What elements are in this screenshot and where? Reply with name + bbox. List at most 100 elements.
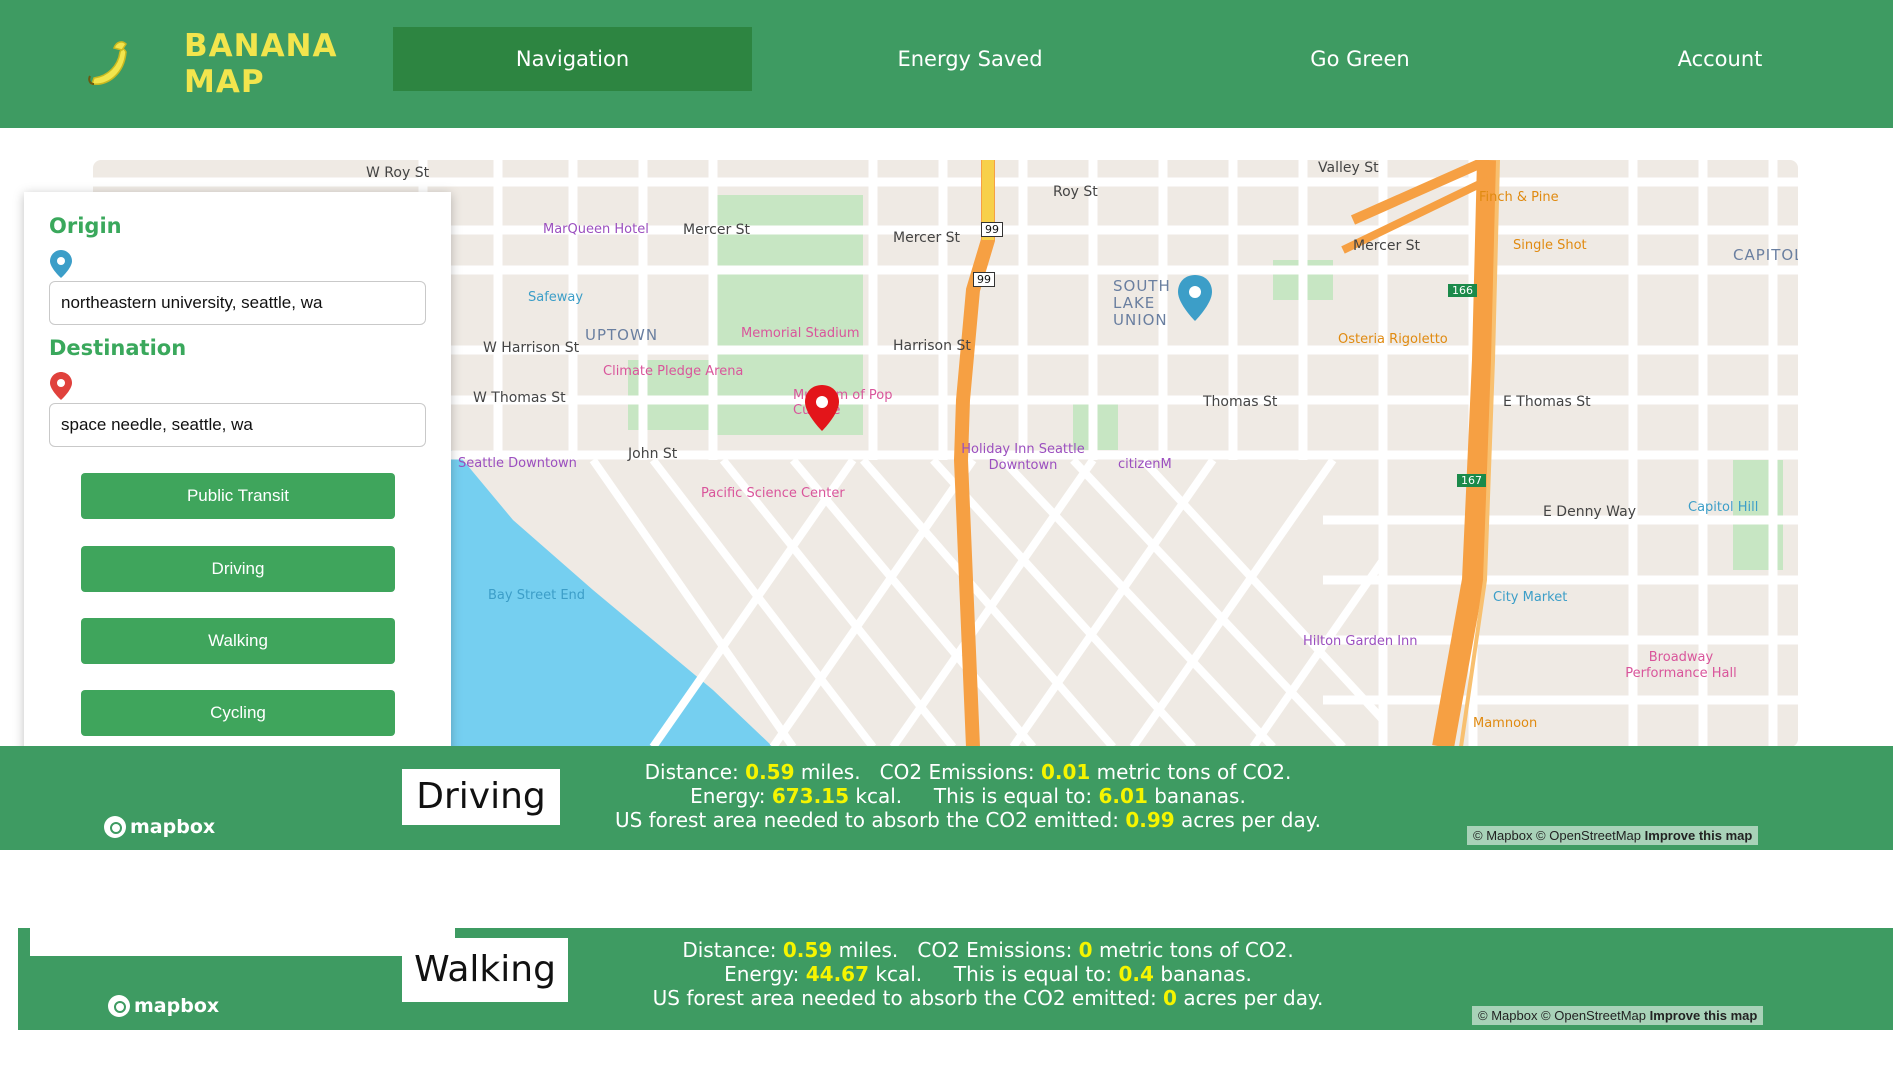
poi-label: Seattle Downtown xyxy=(458,456,577,471)
origin-marker-icon[interactable] xyxy=(1178,275,1212,321)
mapbox-icon xyxy=(104,816,126,838)
poi-label: Single Shot xyxy=(1513,238,1587,253)
map-attribution: © Mapbox © OpenStreetMap Improve this ma… xyxy=(1467,826,1759,845)
nav-navigation[interactable]: Navigation xyxy=(393,27,752,91)
destination-label: Destination xyxy=(49,336,187,360)
stats-line: Distance: 0.59 miles. CO2 Emissions: 0.0… xyxy=(518,760,1418,784)
street-label: Harrison St xyxy=(893,338,971,354)
energy-label: Energy: xyxy=(690,784,766,808)
panel-remnant xyxy=(30,928,455,956)
highway-shield: 99 xyxy=(981,222,1003,237)
cycling-button[interactable]: Cycling xyxy=(81,690,395,736)
miles-unit: miles. xyxy=(838,938,899,962)
distance-value: 0.59 xyxy=(745,760,795,784)
street-label: E Thomas St xyxy=(1503,394,1591,410)
poi-label: Holiday Inn Seattle Downtown xyxy=(961,442,1085,473)
nav-go-green[interactable]: Go Green xyxy=(1260,27,1460,91)
stats-line: Energy: 44.67 kcal. This is equal to: 0.… xyxy=(538,962,1438,986)
poi-label: MarQueen Hotel xyxy=(543,222,649,237)
attribution-text[interactable]: © Mapbox © OpenStreetMap xyxy=(1473,828,1641,843)
highway-shield: 167 xyxy=(1457,474,1486,487)
highway-shield: 166 xyxy=(1448,284,1477,297)
stats-line: Distance: 0.59 miles. CO2 Emissions: 0 m… xyxy=(538,938,1438,962)
stats-line: Energy: 673.15 kcal. This is equal to: 6… xyxy=(518,784,1418,808)
acres-unit: acres per day. xyxy=(1181,808,1322,832)
poi-label: Osteria Rigoletto xyxy=(1338,332,1448,347)
destination-input[interactable]: space needle, seattle, wa xyxy=(49,403,426,447)
poi-label: Bay Street End xyxy=(488,588,586,603)
bananas-value: 6.01 xyxy=(1098,784,1148,808)
origin-label: Origin xyxy=(49,214,122,238)
improve-map-link[interactable]: Improve this map xyxy=(1650,1008,1758,1023)
street-label: Valley St xyxy=(1318,160,1379,176)
distance-label: Distance: xyxy=(682,938,777,962)
distance-label: Distance: xyxy=(644,760,739,784)
poi-label: Broadway Performance Hall xyxy=(1625,650,1737,681)
header: BANANA MAP Navigation Energy Saved Go Gr… xyxy=(0,0,1893,128)
street-label: W Roy St xyxy=(366,165,430,181)
attribution-text[interactable]: © Mapbox © OpenStreetMap xyxy=(1478,1008,1646,1023)
driving-button[interactable]: Driving xyxy=(81,546,395,592)
poi-label: Capitol Hill xyxy=(1688,500,1759,515)
stats-line: US forest area needed to absorb the CO2 … xyxy=(538,986,1438,1010)
street-label: Mercer St xyxy=(1353,238,1421,254)
poi-label: Finch & Pine xyxy=(1479,190,1559,205)
origin-pin-icon xyxy=(50,250,72,278)
co2-value: 0 xyxy=(1078,938,1093,962)
logo-text[interactable]: BANANA MAP xyxy=(184,28,338,100)
route-panel: Origin northeastern university, seattle,… xyxy=(24,192,451,776)
equal-label: This is equal to: xyxy=(953,962,1113,986)
bananas-unit: bananas. xyxy=(1154,784,1246,808)
street-label: E Denny Way xyxy=(1543,504,1636,520)
forest-label: US forest area needed to absorb the CO2 … xyxy=(652,986,1157,1010)
co2-value: 0.01 xyxy=(1040,760,1091,784)
street-label: Roy St xyxy=(1053,184,1098,200)
improve-map-link[interactable]: Improve this map xyxy=(1645,828,1753,843)
nav-energy-saved[interactable]: Energy Saved xyxy=(860,27,1080,91)
bananas-value: 0.4 xyxy=(1118,962,1154,986)
poi-label: CAPITOL HILL xyxy=(1733,246,1798,264)
poi-label: Pacific Science Center xyxy=(701,486,845,501)
poi-label: Mamnoon xyxy=(1473,716,1538,731)
mapbox-logo[interactable]: mapbox xyxy=(104,816,215,838)
highway-shield: 99 xyxy=(973,272,995,287)
stats-line: US forest area needed to absorb the CO2 … xyxy=(518,808,1418,832)
energy-value: 44.67 xyxy=(805,962,870,986)
co2-label: CO2 Emissions: xyxy=(879,760,1035,784)
street-label: W Harrison St xyxy=(483,340,580,356)
bananas-unit: bananas. xyxy=(1160,962,1252,986)
forest-label: US forest area needed to absorb the CO2 … xyxy=(614,808,1119,832)
street-label: Mercer St xyxy=(683,222,751,238)
walking-button[interactable]: Walking xyxy=(81,618,395,664)
stats-driving: Distance: 0.59 miles. CO2 Emissions: 0.0… xyxy=(518,760,1418,832)
stats-walking: Distance: 0.59 miles. CO2 Emissions: 0 m… xyxy=(538,938,1438,1010)
kcal-unit: kcal. xyxy=(875,962,923,986)
equal-label: This is equal to: xyxy=(933,784,1093,808)
street-label: Thomas St xyxy=(1203,394,1278,410)
poi-label: Hilton Garden Inn xyxy=(1303,634,1418,649)
mapbox-brand: mapbox xyxy=(134,995,220,1017)
nav-account[interactable]: Account xyxy=(1620,27,1820,91)
distance-value: 0.59 xyxy=(782,938,833,962)
co2-unit: metric tons of CO2. xyxy=(1096,760,1292,784)
destination-pin-icon xyxy=(50,372,72,400)
poi-label: Memorial Stadium xyxy=(741,326,860,341)
public-transit-button[interactable]: Public Transit xyxy=(81,473,395,519)
energy-label: Energy: xyxy=(724,962,800,986)
acres-value: 0.99 xyxy=(1125,808,1175,832)
poi-label: City Market xyxy=(1493,590,1568,605)
energy-value: 673.15 xyxy=(771,784,850,808)
origin-input[interactable]: northeastern university, seattle, wa xyxy=(49,281,426,325)
street-label: Mercer St xyxy=(893,230,961,246)
miles-unit: miles. xyxy=(800,760,861,784)
co2-unit: metric tons of CO2. xyxy=(1098,938,1294,962)
mapbox-icon xyxy=(108,995,130,1017)
banana-icon xyxy=(88,41,127,85)
poi-label: UPTOWN xyxy=(585,326,659,344)
map-attribution: © Mapbox © OpenStreetMap Improve this ma… xyxy=(1472,1006,1764,1025)
street-label: John St xyxy=(628,446,678,462)
kcal-unit: kcal. xyxy=(855,784,903,808)
mapbox-logo[interactable]: mapbox xyxy=(108,995,219,1017)
destination-marker-icon[interactable] xyxy=(805,385,839,431)
poi-label: citizenM xyxy=(1118,457,1172,472)
